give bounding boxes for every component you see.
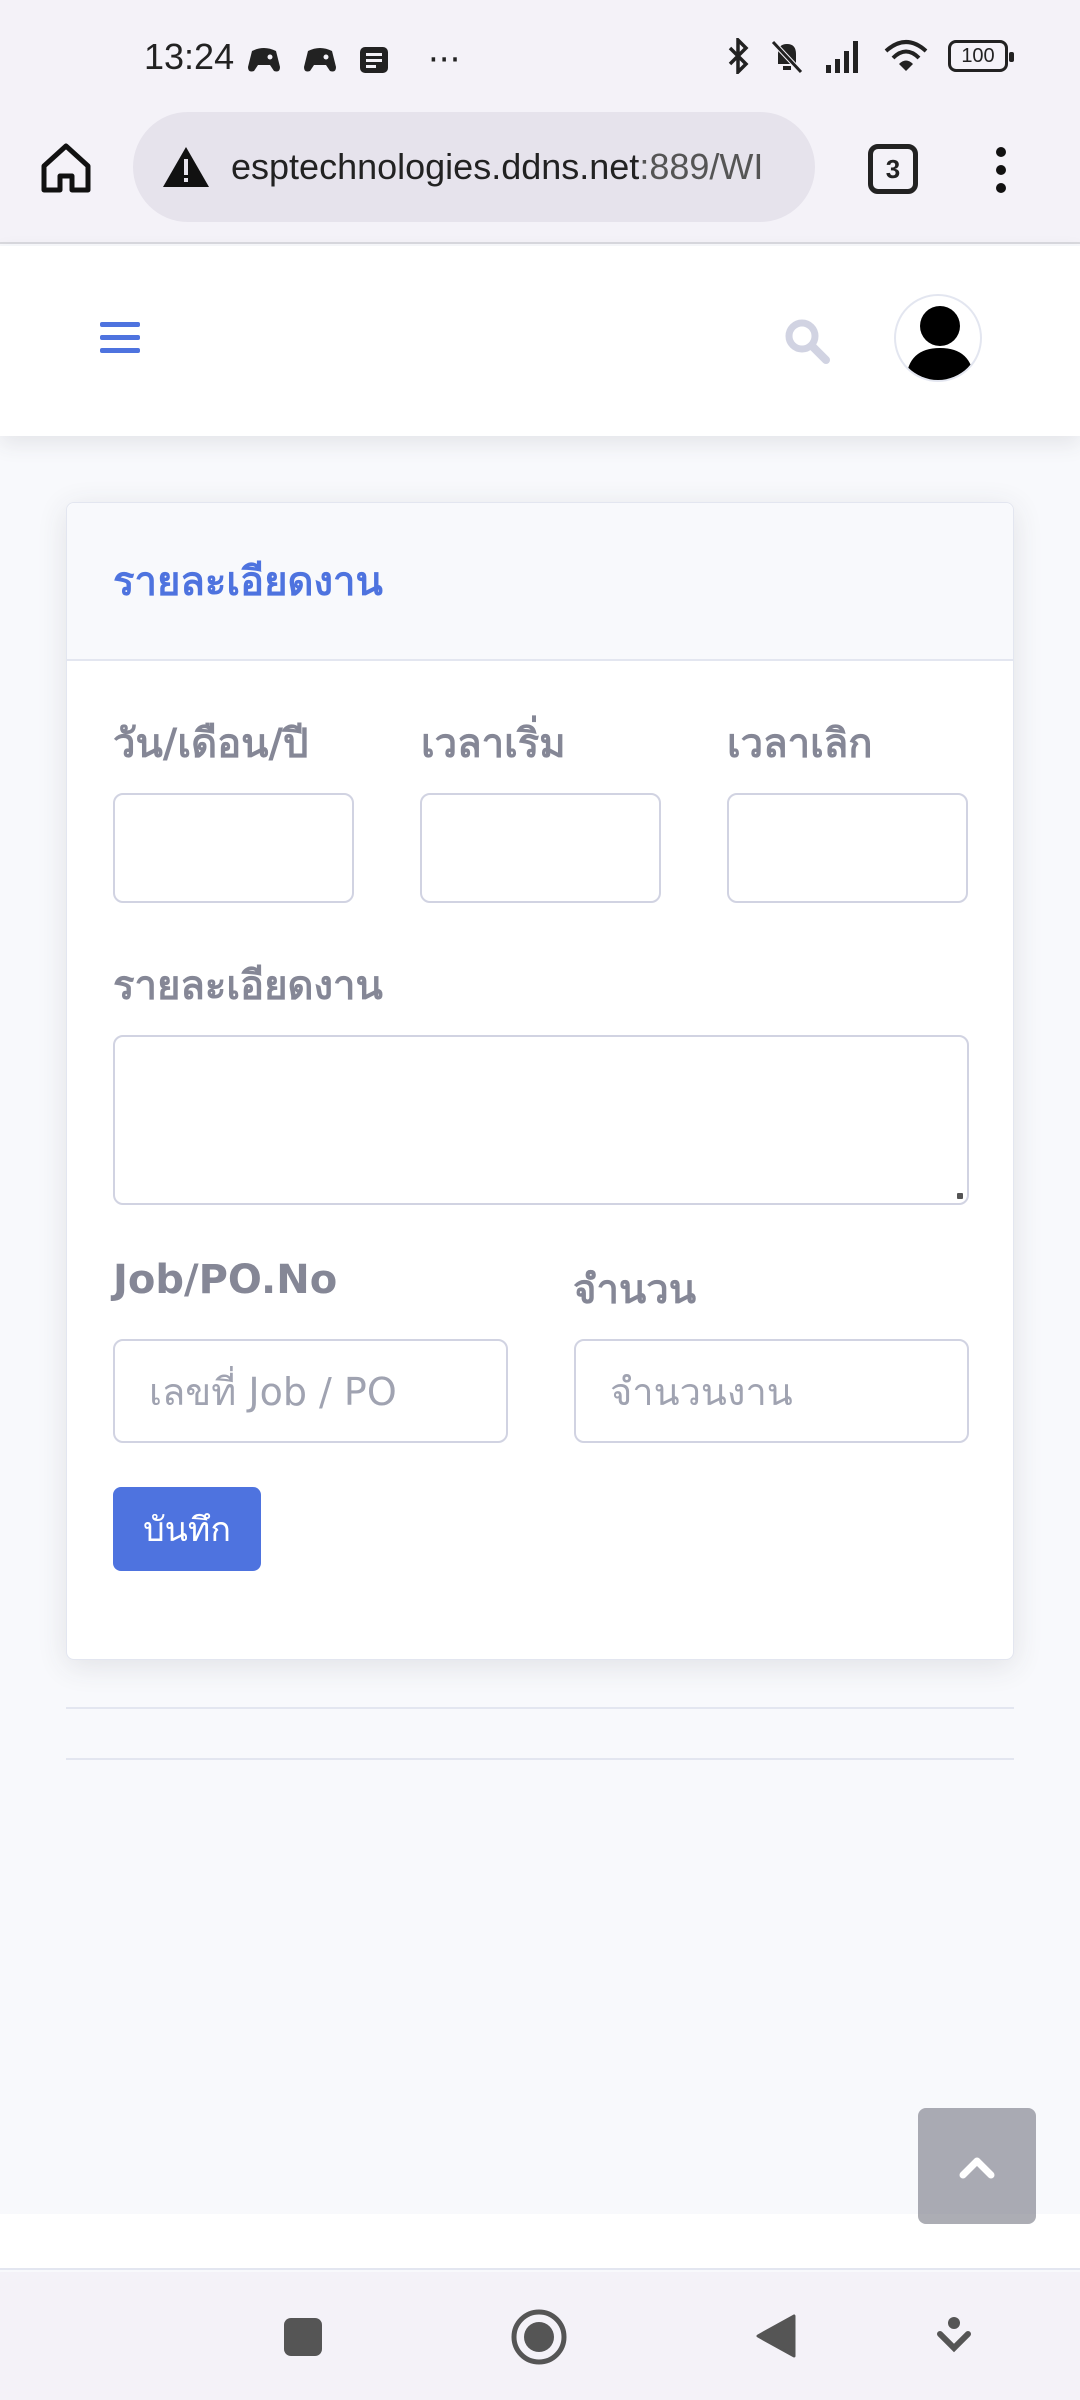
url-text: esptechnologies.ddns.net:889/WI bbox=[231, 146, 763, 188]
detail-label: รายละเอียดงาน bbox=[113, 963, 383, 1009]
search-icon[interactable] bbox=[782, 316, 830, 364]
card-title: รายละเอียดงาน bbox=[113, 559, 383, 605]
save-button[interactable]: บันทึก bbox=[113, 1487, 261, 1571]
wifi-icon bbox=[884, 40, 928, 71]
more-options-icon[interactable] bbox=[986, 144, 1016, 196]
browser-toolbar: esptechnologies.ddns.net:889/WI 3 bbox=[0, 112, 1080, 244]
top-navbar bbox=[0, 246, 1080, 436]
battery-icon: 100 bbox=[948, 40, 1014, 72]
game-controller-icon bbox=[304, 48, 336, 72]
start-time-input[interactable] bbox=[420, 793, 661, 903]
android-nav-bar bbox=[0, 2272, 1080, 2400]
chevron-up-icon bbox=[959, 2157, 995, 2179]
warning-icon[interactable] bbox=[161, 145, 211, 189]
back-icon[interactable] bbox=[754, 2312, 798, 2360]
quantity-label: จำนวน bbox=[573, 1267, 697, 1313]
tab-switcher-button[interactable]: 3 bbox=[868, 144, 918, 194]
url-path: :889/WI bbox=[639, 146, 764, 187]
job-po-label: Job/PO.No bbox=[113, 1257, 338, 1303]
resize-grip-icon[interactable] bbox=[957, 1193, 963, 1199]
page-footer bbox=[0, 2214, 1080, 2270]
signal-icon bbox=[826, 41, 858, 73]
quantity-input[interactable]: จำนวนงาน bbox=[574, 1339, 969, 1443]
news-icon bbox=[360, 47, 388, 73]
detail-textarea[interactable] bbox=[113, 1035, 969, 1205]
date-input[interactable] bbox=[113, 793, 354, 903]
more-notifications-indicator: ··· bbox=[428, 40, 461, 80]
job-detail-card: รายละเอียดงาน วัน/เดือน/ปี เวลาเริ่ม เวล… bbox=[66, 502, 1014, 1660]
start-time-label: เวลาเริ่ม bbox=[421, 721, 566, 767]
avatar[interactable] bbox=[894, 294, 982, 382]
home-icon[interactable] bbox=[36, 138, 96, 198]
address-bar[interactable]: esptechnologies.ddns.net:889/WI bbox=[133, 112, 815, 222]
hide-nav-icon[interactable] bbox=[936, 2316, 972, 2356]
date-label: วัน/เดือน/ปี bbox=[113, 721, 309, 767]
divider bbox=[66, 1707, 1014, 1709]
user-icon bbox=[906, 306, 974, 380]
recent-apps-icon[interactable] bbox=[282, 2316, 324, 2358]
bluetooth-icon bbox=[728, 38, 749, 74]
job-po-input[interactable]: เลขที่ Job / PO bbox=[113, 1339, 508, 1443]
end-time-input[interactable] bbox=[727, 793, 968, 903]
hamburger-menu-icon[interactable] bbox=[100, 320, 140, 356]
card-header: รายละเอียดงาน bbox=[67, 503, 1013, 661]
scroll-to-top-button[interactable] bbox=[918, 2108, 1036, 2224]
status-time: 13:24 bbox=[144, 36, 235, 77]
divider bbox=[66, 1758, 1014, 1760]
url-host: esptechnologies.ddns.net bbox=[231, 146, 640, 187]
game-controller-icon bbox=[248, 48, 280, 72]
mute-icon bbox=[771, 40, 803, 74]
end-time-label: เวลาเลิก bbox=[727, 721, 873, 767]
notification-icons: ··· bbox=[246, 40, 460, 80]
home-nav-icon[interactable] bbox=[510, 2308, 568, 2366]
system-icons: 100 bbox=[726, 38, 1014, 74]
status-bar: 13:24 ··· 100 bbox=[0, 0, 1080, 112]
